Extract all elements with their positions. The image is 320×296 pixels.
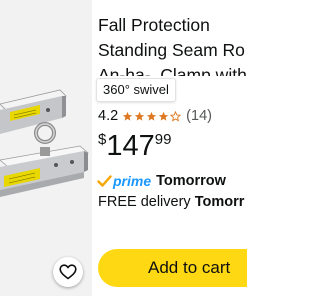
wishlist-button[interactable]: [53, 257, 83, 287]
rating-row[interactable]: 4.2 (14): [98, 107, 212, 125]
price: $14799: [98, 130, 171, 164]
star-icon: [147, 111, 157, 121]
delivery-day: Tomorr: [194, 194, 245, 210]
prime-label: prime: [113, 173, 152, 189]
delivery-info: FREE delivery Tomorr: [98, 194, 244, 214]
rating-value: 4.2: [98, 108, 119, 124]
price-fraction: 99: [154, 131, 172, 148]
star-icon: [123, 111, 133, 121]
star-rating: [122, 110, 182, 122]
product-title[interactable]: Fall Protection Standing Seam Ro An-ha-,…: [98, 13, 247, 76]
review-count[interactable]: (14): [186, 108, 212, 124]
feature-badge: 360° swivel: [96, 78, 176, 102]
delivery-prefix: FREE delivery: [98, 194, 191, 210]
product-title-line-3[interactable]: An-ha-, Clamp with: [98, 63, 247, 76]
star-icon: [135, 111, 145, 121]
price-currency: $: [98, 131, 107, 148]
product-title-line-2[interactable]: Standing Seam Ro: [98, 38, 247, 63]
heart-outline-icon: [59, 264, 77, 280]
product-image[interactable]: [0, 0, 92, 296]
price-whole: 147: [106, 130, 155, 162]
roof-anchor-photo: [0, 89, 89, 197]
prime-delivery-day: Tomorrow: [156, 173, 226, 189]
star-icon: [159, 111, 169, 121]
star-outline-icon: [170, 110, 182, 122]
prime-delivery-row: prime Tomorrow: [97, 172, 226, 190]
product-title-line-1[interactable]: Fall Protection: [98, 13, 247, 38]
add-to-cart-button[interactable]: Add to cart: [98, 249, 247, 287]
product-card[interactable]: Fall Protection Standing Seam Ro An-ha-,…: [0, 0, 247, 296]
prime-check-icon: [97, 175, 112, 187]
